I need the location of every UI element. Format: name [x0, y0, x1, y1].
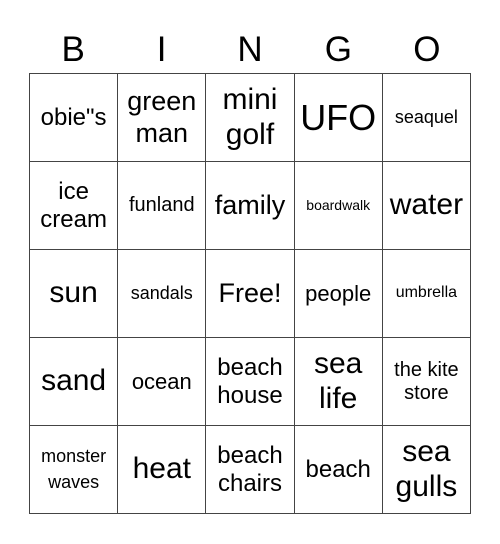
header-letter-n: N [237, 30, 263, 69]
bingo-cell-o5[interactable]: sea gulls [382, 426, 471, 514]
bingo-cell-free[interactable]: Free! [206, 250, 295, 338]
header-letter-i: I [156, 30, 167, 69]
bingo-cell-i2[interactable]: funland [118, 162, 207, 250]
bingo-cell-o1[interactable]: seaquel [382, 74, 471, 162]
bingo-cell-g3[interactable]: people [294, 250, 383, 338]
bingo-cell-g2[interactable]: boardwalk [294, 162, 383, 250]
bingo-cell-o2[interactable]: water [382, 162, 471, 250]
bingo-cell-g1[interactable]: UFO [294, 74, 383, 162]
header-letter-o: O [413, 30, 441, 69]
bingo-cell-b2[interactable]: ice cream [30, 162, 119, 250]
bingo-cell-n2[interactable]: family [206, 162, 295, 250]
bingo-card-grid: obie"s green man mini golf UFO seaquel i… [29, 73, 471, 514]
bingo-cell-i4[interactable]: ocean [118, 338, 207, 426]
bingo-header: B I N G O [29, 27, 471, 73]
bingo-cell-i3[interactable]: sandals [118, 250, 207, 338]
bingo-cell-g5[interactable]: beach [294, 426, 383, 514]
bingo-cell-b4[interactable]: sand [30, 338, 119, 426]
bingo-cell-n5[interactable]: beach chairs [206, 426, 295, 514]
bingo-cell-n4[interactable]: beach house [206, 338, 295, 426]
bingo-cell-o3[interactable]: umbrella [382, 250, 471, 338]
header-letter-g: G [324, 30, 353, 69]
bingo-cell-b5[interactable]: monster waves [30, 426, 119, 514]
bingo-cell-n1[interactable]: mini golf [206, 74, 295, 162]
bingo-cell-b3[interactable]: sun [30, 250, 119, 338]
bingo-cell-o4[interactable]: the kite store [382, 338, 471, 426]
bingo-cell-g4[interactable]: sea life [294, 338, 383, 426]
bingo-cell-i5[interactable]: heat [118, 426, 207, 514]
bingo-cell-i1[interactable]: green man [118, 74, 207, 162]
bingo-cell-b1[interactable]: obie"s [30, 74, 119, 162]
header-letter-b: B [61, 30, 85, 69]
